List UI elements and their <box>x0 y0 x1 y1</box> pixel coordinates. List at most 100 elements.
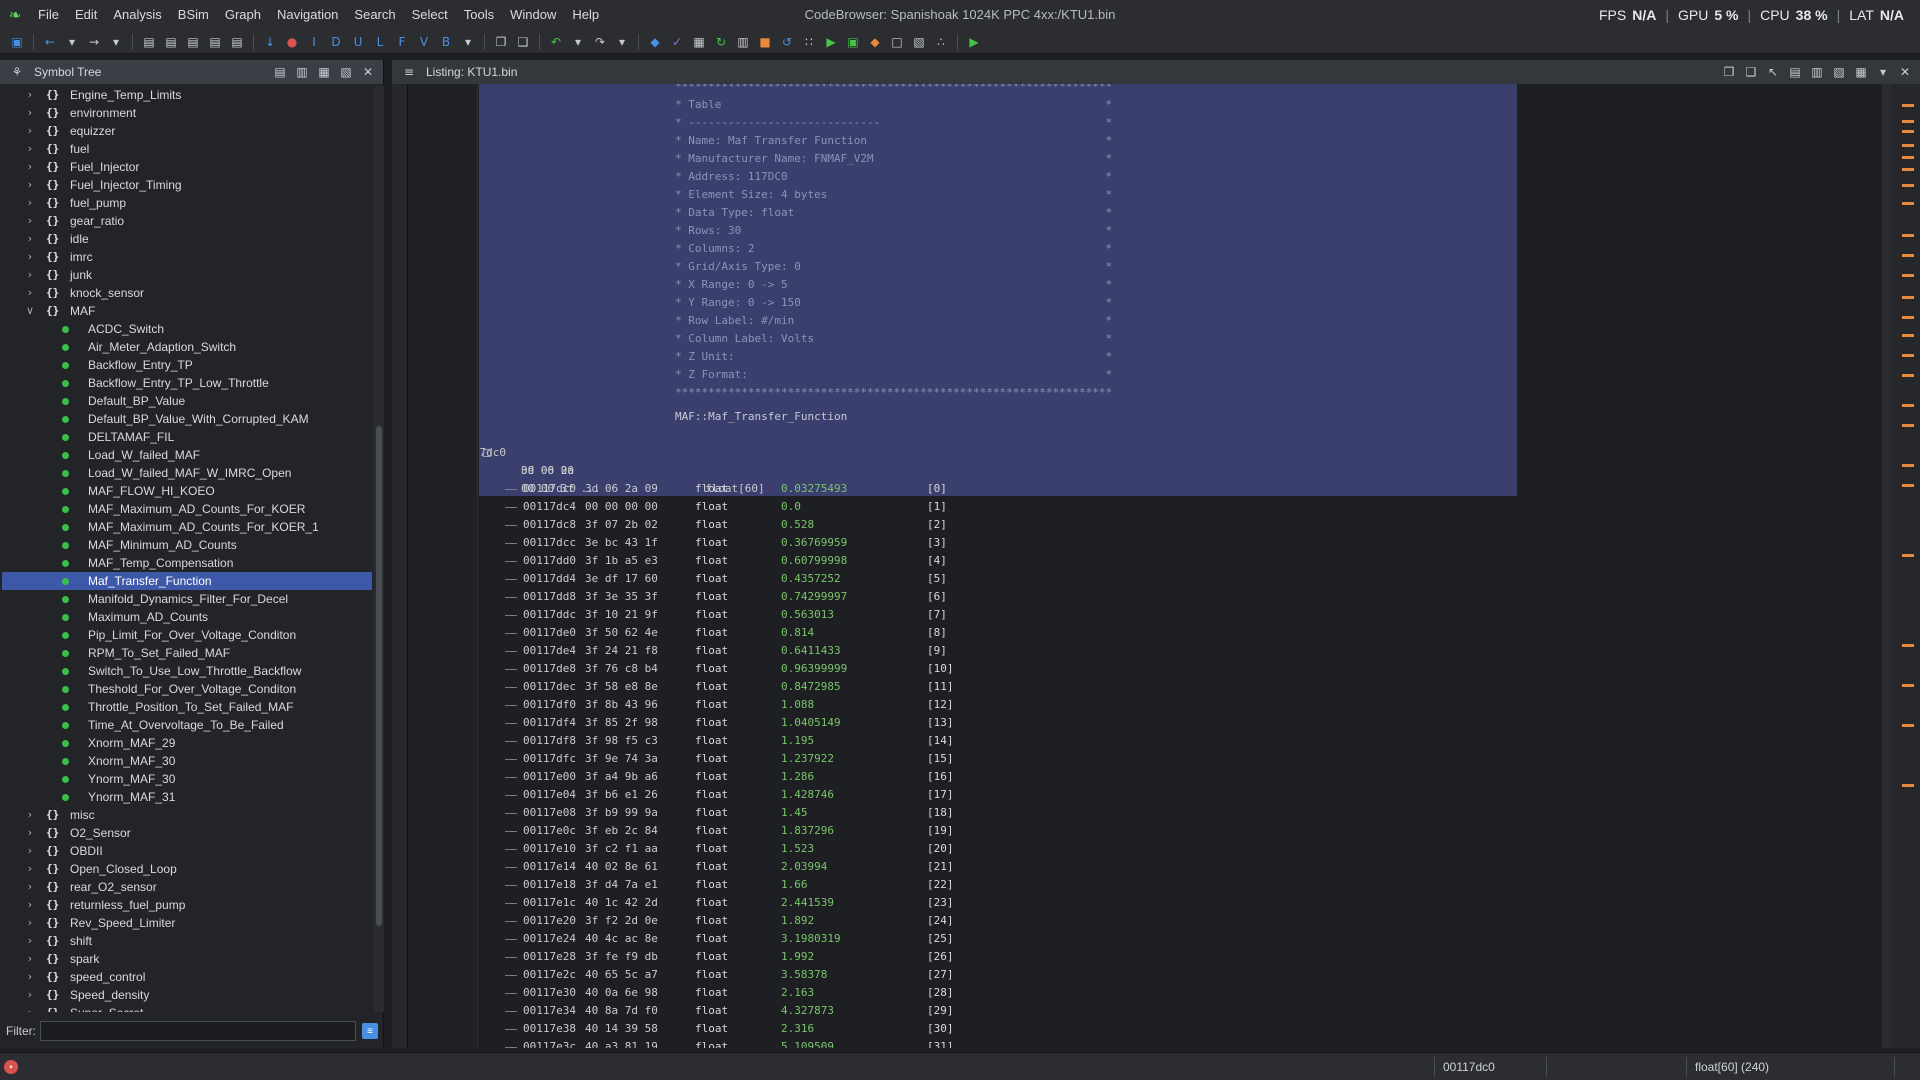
chevron-down-icon[interactable]: ▾ <box>108 34 124 50</box>
down-arrow-icon[interactable]: ↓ <box>262 34 278 50</box>
chevron-right-icon[interactable]: › <box>24 230 36 248</box>
array-element-row[interactable]: 00117e08 3f b9 99 9a float 1.45 [18] <box>523 804 1003 822</box>
namespace-node[interactable]: › {} Fuel_Injector_Timing <box>2 176 372 194</box>
overview-marker[interactable] <box>1902 424 1914 427</box>
chevron-right-icon[interactable]: › <box>24 842 36 860</box>
chevron-right-icon[interactable]: › <box>24 176 36 194</box>
menu-select[interactable]: Select <box>404 0 456 30</box>
array-element-row[interactable]: 00117e0c 3f eb 2c 84 float 1.837296 [19] <box>523 822 1003 840</box>
snapshot-icon[interactable]: ▧ <box>1831 64 1847 80</box>
array-element-row[interactable]: 00117e18 3f d4 7a e1 float 1.66 [22] <box>523 876 1003 894</box>
symbol-tree-item[interactable]: MAF_Maximum_AD_Counts_For_KOER <box>2 500 372 518</box>
namespace-node[interactable]: › {} O2_Sensor <box>2 824 372 842</box>
window-icon[interactable]: □ <box>889 34 905 50</box>
overview-marker[interactable] <box>1902 334 1914 337</box>
chevron-right-icon[interactable]: › <box>24 950 36 968</box>
undefined-u-icon[interactable]: U <box>350 34 366 50</box>
chevron-down-icon[interactable]: ▾ <box>614 34 630 50</box>
close-icon[interactable]: ✕ <box>360 64 376 80</box>
chevron-right-icon[interactable]: › <box>24 932 36 950</box>
array-element-row[interactable]: 00117dc4 00 00 00 00 float 0.0 [1] <box>523 498 1003 516</box>
array-element-row[interactable]: 00117de0 3f 50 62 4e float 0.814 [8] <box>523 624 1003 642</box>
forward-arrow-icon[interactable]: → <box>86 34 102 50</box>
overview-marker[interactable] <box>1902 554 1914 557</box>
graph-icon[interactable]: ∷ <box>801 34 817 50</box>
symbol-tree-item[interactable]: Theshold_For_Over_Voltage_Conditon <box>2 680 372 698</box>
symbol-tree-item[interactable]: Maximum_AD_Counts <box>2 608 372 626</box>
split-icon[interactable]: ▥ <box>1809 64 1825 80</box>
copy-icon[interactable]: ❐ <box>493 34 509 50</box>
symbol-tree-item[interactable]: ACDC_Switch <box>2 320 372 338</box>
listing-scrollbar[interactable] <box>1882 84 1892 1048</box>
array-element-row[interactable]: 00117e38 40 14 39 58 float 2.316 [30] <box>523 1020 1003 1038</box>
array-element-row[interactable]: 00117ddc 3f 10 21 9f float 0.563013 [7] <box>523 606 1003 624</box>
namespace-node[interactable]: › {} Fuel_Injector <box>2 158 372 176</box>
symbol-tree-scrollbar[interactable] <box>374 86 384 1012</box>
overview-marker[interactable] <box>1902 316 1914 319</box>
nav-label-icon[interactable]: ▤ <box>207 34 223 50</box>
array-element-row[interactable]: 00117e30 40 0a 6e 98 float 2.163 [28] <box>523 984 1003 1002</box>
menu-search[interactable]: Search <box>346 0 403 30</box>
menu-bsim[interactable]: BSim <box>170 0 217 30</box>
namespace-node[interactable]: › {} Open_Closed_Loop <box>2 860 372 878</box>
chevron-right-icon[interactable]: › <box>24 896 36 914</box>
instruction-i-icon[interactable]: I <box>306 34 322 50</box>
refresh-icon[interactable]: ↻ <box>713 34 729 50</box>
filter-options-icon[interactable]: ≡ <box>362 1023 378 1039</box>
array-element-row[interactable]: 00117dfc 3f 9e 74 3a float 1.237922 [15] <box>523 750 1003 768</box>
symbol-tree-item[interactable]: MAF_Temp_Compensation <box>2 554 372 572</box>
chevron-right-icon[interactable]: › <box>24 806 36 824</box>
folder-icon[interactable]: ■ <box>757 34 773 50</box>
symbol-label[interactable]: MAF::Maf_Transfer_Function <box>675 408 847 426</box>
overview-marker[interactable] <box>1902 120 1914 123</box>
paste-icon[interactable]: ❑ <box>1743 64 1759 80</box>
namespace-node[interactable]: › {} knock_sensor <box>2 284 372 302</box>
chevron-right-icon[interactable]: › <box>24 878 36 896</box>
chevron-right-icon[interactable]: › <box>24 104 36 122</box>
status-error-icon[interactable]: • <box>4 1059 18 1074</box>
field-edit-icon[interactable]: ▤ <box>1787 64 1803 80</box>
menu-edit[interactable]: Edit <box>67 0 105 30</box>
namespace-node[interactable]: › {} misc <box>2 806 372 824</box>
symbol-tree-item[interactable]: Load_W_failed_MAF <box>2 446 372 464</box>
chevron-right-icon[interactable]: › <box>24 284 36 302</box>
chevron-right-icon[interactable]: › <box>24 158 36 176</box>
array-element-row[interactable]: 00117dc0 3d 06 2a 09 float 0.03275493 [0] <box>523 480 1003 498</box>
overview-marker[interactable] <box>1902 354 1914 357</box>
namespace-node[interactable]: › {} environment <box>2 104 372 122</box>
array-element-row[interactable]: 00117df4 3f 85 2f 98 float 1.0405149 [13] <box>523 714 1003 732</box>
symbol-tree-item[interactable]: MAF_Maximum_AD_Counts_For_KOER_1 <box>2 518 372 536</box>
namespace-node[interactable]: › {} fuel <box>2 140 372 158</box>
overview-marker[interactable] <box>1902 130 1914 133</box>
overview-marker[interactable] <box>1902 644 1914 647</box>
array-element-row[interactable]: 00117dcc 3e bc 43 1f float 0.36769959 [3] <box>523 534 1003 552</box>
array-element-row[interactable]: 00117e00 3f a4 9b a6 float 1.286 [16] <box>523 768 1003 786</box>
nav-function-icon[interactable]: ▤ <box>229 34 245 50</box>
layout-icon[interactable]: ▧ <box>911 34 927 50</box>
check-icon[interactable]: ✓ <box>669 34 685 50</box>
array-element-row[interactable]: 00117e10 3f c2 f1 aa float 1.523 [20] <box>523 840 1003 858</box>
array-element-row[interactable]: 00117e34 40 8a 7d f0 float 4.327873 [29] <box>523 1002 1003 1020</box>
symbol-tree-item[interactable]: RPM_To_Set_Failed_MAF <box>2 644 372 662</box>
array-header-row[interactable]: 00117dc0 3d 06 2a float[60] <box>479 426 765 495</box>
namespace-node[interactable]: › {} fuel_pump <box>2 194 372 212</box>
label-l-icon[interactable]: L <box>372 34 388 50</box>
namespace-node[interactable]: › {} speed_control <box>2 968 372 986</box>
go-to-icon[interactable]: ▦ <box>316 64 332 80</box>
namespace-node[interactable]: › {} spark <box>2 950 372 968</box>
overview-marker[interactable] <box>1902 202 1914 205</box>
namespace-node[interactable]: › {} returnless_fuel_pump <box>2 896 372 914</box>
chevron-right-icon[interactable]: › <box>24 1004 36 1012</box>
symbol-tree-item[interactable]: Xnorm_MAF_29 <box>2 734 372 752</box>
namespace-node[interactable]: › {} rear_O2_sensor <box>2 878 372 896</box>
array-element-row[interactable]: 00117e28 3f fe f9 db float 1.992 [26] <box>523 948 1003 966</box>
menu-help[interactable]: Help <box>564 0 607 30</box>
diamond-icon[interactable]: ◆ <box>867 34 883 50</box>
array-element-row[interactable]: 00117e20 3f f2 2d 0e float 1.892 [24] <box>523 912 1003 930</box>
copy-icon[interactable]: ❐ <box>1721 64 1737 80</box>
chevron-right-icon[interactable]: › <box>24 86 36 104</box>
symbol-tree-item[interactable]: Manifold_Dynamics_Filter_For_Decel <box>2 590 372 608</box>
console-icon[interactable]: ▣ <box>845 34 861 50</box>
namespace-node[interactable]: › {} imrc <box>2 248 372 266</box>
data-d-icon[interactable]: D <box>328 34 344 50</box>
